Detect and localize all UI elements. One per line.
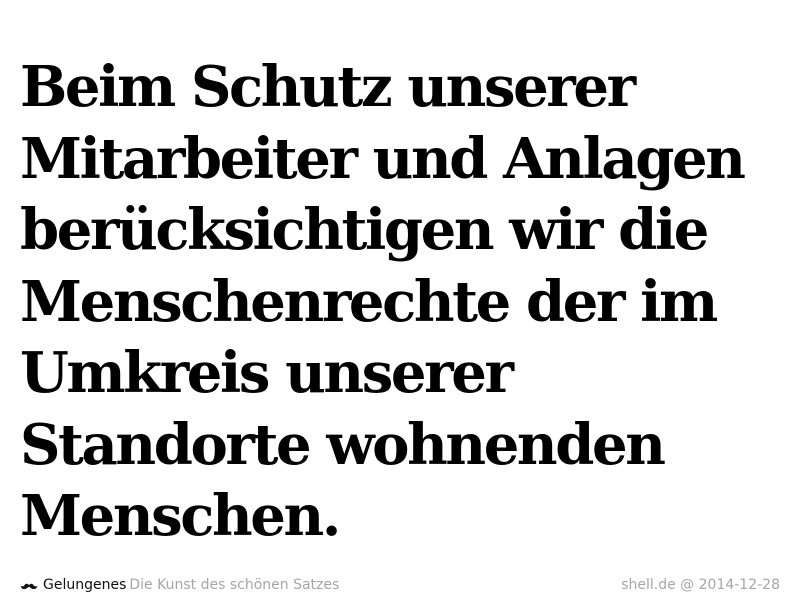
- brand-name: Gelungenes: [43, 577, 127, 593]
- footer: Gelungenes Die Kunst des schönen Satzes …: [20, 575, 780, 595]
- quote-line: berücksichtigen wir die: [20, 197, 709, 263]
- quote-line: Mitarbeiter und Anlagen: [20, 125, 746, 192]
- quote-line: Menschen.: [20, 483, 341, 549]
- footer-brand-group[interactable]: Gelungenes Die Kunst des schönen Satzes: [20, 577, 339, 593]
- mustache-icon: [20, 580, 38, 590]
- quote-line: Beim Schutz unserer: [20, 54, 636, 120]
- quote-line: Umkreis unserer: [20, 340, 514, 406]
- source-attribution: shell.de @ 2014-12-28: [621, 577, 780, 593]
- quote-line: Standorte wohnenden: [20, 411, 666, 478]
- quote-line: Menschenrechte der im: [20, 268, 718, 335]
- quote-text: Beim Schutz unserer Mitarbeiter und Anla…: [20, 52, 790, 553]
- brand-tagline: Die Kunst des schönen Satzes: [129, 577, 340, 593]
